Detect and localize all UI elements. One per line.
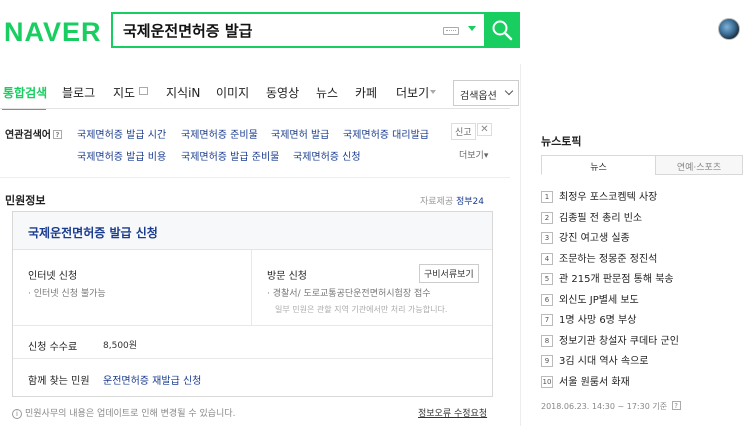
- close-icon[interactable]: ✕: [477, 123, 492, 136]
- tab-blog[interactable]: 블로그: [62, 84, 95, 101]
- rank-badge: 4: [541, 252, 553, 265]
- tab-news[interactable]: 뉴스: [316, 84, 338, 101]
- list-item[interactable]: 9 3김 시대 역사 속으로: [541, 352, 679, 373]
- update-notice: i 민원사무의 내용은 업데이트로 인해 변경될 수 있습니다.: [12, 406, 235, 419]
- rank-badge: 8: [541, 334, 553, 347]
- chevron-down-icon: [504, 86, 514, 96]
- fee-label: 신청 수수료: [28, 342, 78, 353]
- tab-map[interactable]: 지도: [113, 84, 135, 101]
- visit-note: 일부 민원은 관할 지역 기관에서만 처리 가능합니다.: [275, 305, 448, 314]
- tab-image[interactable]: 이미지: [216, 84, 249, 101]
- search-tabs: 통합검색 블로그 지도 지식iN 이미지 동영상 뉴스 카페 더보기: [0, 76, 743, 110]
- news-list: 1 최정우 포스코켐텍 사장 2 김종필 전 총리 빈소 3 강진 여고생 실종 4조…: [541, 188, 679, 393]
- list-item[interactable]: 5관 215개 판문점 통해 북송: [541, 270, 679, 291]
- chevron-down-icon[interactable]: [468, 26, 476, 31]
- related-item[interactable]: 국제면허증 대리발급: [343, 126, 429, 141]
- naver-logo[interactable]: NAVER: [4, 17, 102, 48]
- search-query-text: 국제운전면허증 발급: [123, 22, 253, 40]
- search-input[interactable]: 국제운전면허증 발급: [111, 12, 486, 48]
- tab-video[interactable]: 동영상: [266, 84, 299, 101]
- news-timestamp: 2018.06.23. 14:30 ~ 17:30 기준 ?: [541, 401, 681, 412]
- divider: [251, 250, 252, 325]
- chevron-down-icon: [430, 90, 436, 94]
- avatar[interactable]: [718, 18, 740, 40]
- source-link[interactable]: 정부24: [456, 197, 484, 207]
- tab-all[interactable]: 통합검색: [3, 84, 47, 101]
- tab-entertainment-sports[interactable]: 연예·스포츠: [655, 155, 743, 175]
- help-icon[interactable]: ?: [53, 130, 62, 139]
- related-item[interactable]: 국제면허증 발급 시간: [77, 126, 166, 141]
- related-label: 연관검색어?: [5, 126, 62, 141]
- search-options-label: 검색옵션: [460, 91, 497, 102]
- rank-badge: 7: [541, 314, 553, 326]
- help-icon[interactable]: ?: [671, 401, 681, 410]
- related-searches: 연관검색어? 국제면허증 발급 시간 국제면허증 준비물 국제면허 발급 국제면…: [0, 118, 510, 168]
- divider: [520, 64, 521, 426]
- search-button[interactable]: [484, 12, 520, 48]
- rank-badge: 1: [541, 191, 553, 203]
- rank-badge: 3: [541, 232, 553, 244]
- list-item[interactable]: 6 외신도 JP별세 보도: [541, 291, 679, 312]
- divider: [0, 108, 510, 109]
- list-item[interactable]: 8 정보기관 창설자 쿠데타 군인: [541, 332, 679, 353]
- related-item[interactable]: 국제면허증 신청: [293, 148, 361, 163]
- visit-value: · 경찰서/ 도로교통공단운전면허시험장 접수: [267, 289, 431, 299]
- visit-label: 방문 신청: [267, 271, 307, 282]
- section-title: 민원정보: [5, 194, 46, 207]
- tab-cafe[interactable]: 카페: [355, 84, 377, 101]
- divider: [0, 177, 510, 178]
- divider: [13, 325, 492, 326]
- data-source: 자료제공 정부24: [420, 197, 485, 207]
- rank-badge: 5: [541, 273, 553, 285]
- also-label: 함께 찾는 민원: [28, 376, 90, 387]
- rank-badge: 2: [541, 211, 553, 224]
- related-item[interactable]: 국제면허증 발급 준비물: [181, 148, 279, 163]
- search-options-button[interactable]: 검색옵션: [453, 80, 519, 106]
- fee-value: 8,500원: [103, 341, 138, 351]
- info-icon: i: [12, 409, 22, 419]
- tab-news-topic[interactable]: 뉴스: [541, 155, 656, 175]
- tab-more[interactable]: 더보기: [396, 84, 429, 101]
- list-item[interactable]: 2 김종필 전 총리 빈소: [541, 209, 679, 230]
- online-value: · 인터넷 신청 불가능: [28, 289, 106, 299]
- related-more-link[interactable]: 더보기▾: [459, 148, 488, 161]
- news-topic-title: 뉴스토픽: [541, 135, 582, 148]
- list-item[interactable]: 1 최정우 포스코켐텍 사장: [541, 188, 679, 209]
- map-icon: [139, 87, 148, 95]
- related-civil-link[interactable]: 운전면허증 재발급 신청: [103, 372, 201, 387]
- card-header: 국제운전면허증 발급 신청: [13, 212, 492, 250]
- rank-badge: 10: [541, 375, 553, 388]
- error-report-link[interactable]: 정보오류 수정요청: [418, 406, 487, 419]
- list-item[interactable]: 3 강진 여고생 실종: [541, 229, 679, 250]
- keyboard-icon[interactable]: [443, 27, 459, 35]
- list-item[interactable]: 4 조문하는 정몽준 정진석: [541, 250, 679, 271]
- divider: [13, 358, 492, 359]
- related-item[interactable]: 국제면허 발급: [271, 126, 329, 141]
- related-item[interactable]: 국제면허증 발급 비용: [77, 148, 166, 163]
- related-item[interactable]: 국제면허증 준비물: [181, 126, 258, 141]
- online-label: 인터넷 신청: [28, 271, 78, 282]
- docs-button[interactable]: 구비서류보기: [419, 264, 479, 283]
- civil-info-card: 국제운전면허증 발급 신청 인터넷 신청 · 인터넷 신청 불가능 방문 신청 …: [12, 211, 493, 397]
- list-item[interactable]: 7 1명 사망 6명 부상: [541, 311, 679, 332]
- tab-kin[interactable]: 지식iN: [166, 84, 200, 101]
- search-icon: [492, 20, 513, 41]
- report-button[interactable]: 신고: [451, 123, 476, 140]
- list-item[interactable]: 10 서울 원룸서 화재: [541, 373, 679, 394]
- header: NAVER 국제운전면허증 발급: [0, 0, 743, 64]
- rank-badge: 9: [541, 355, 553, 367]
- rank-badge: 6: [541, 293, 553, 306]
- card-title-link[interactable]: 국제운전면허증 발급 신청: [28, 224, 158, 241]
